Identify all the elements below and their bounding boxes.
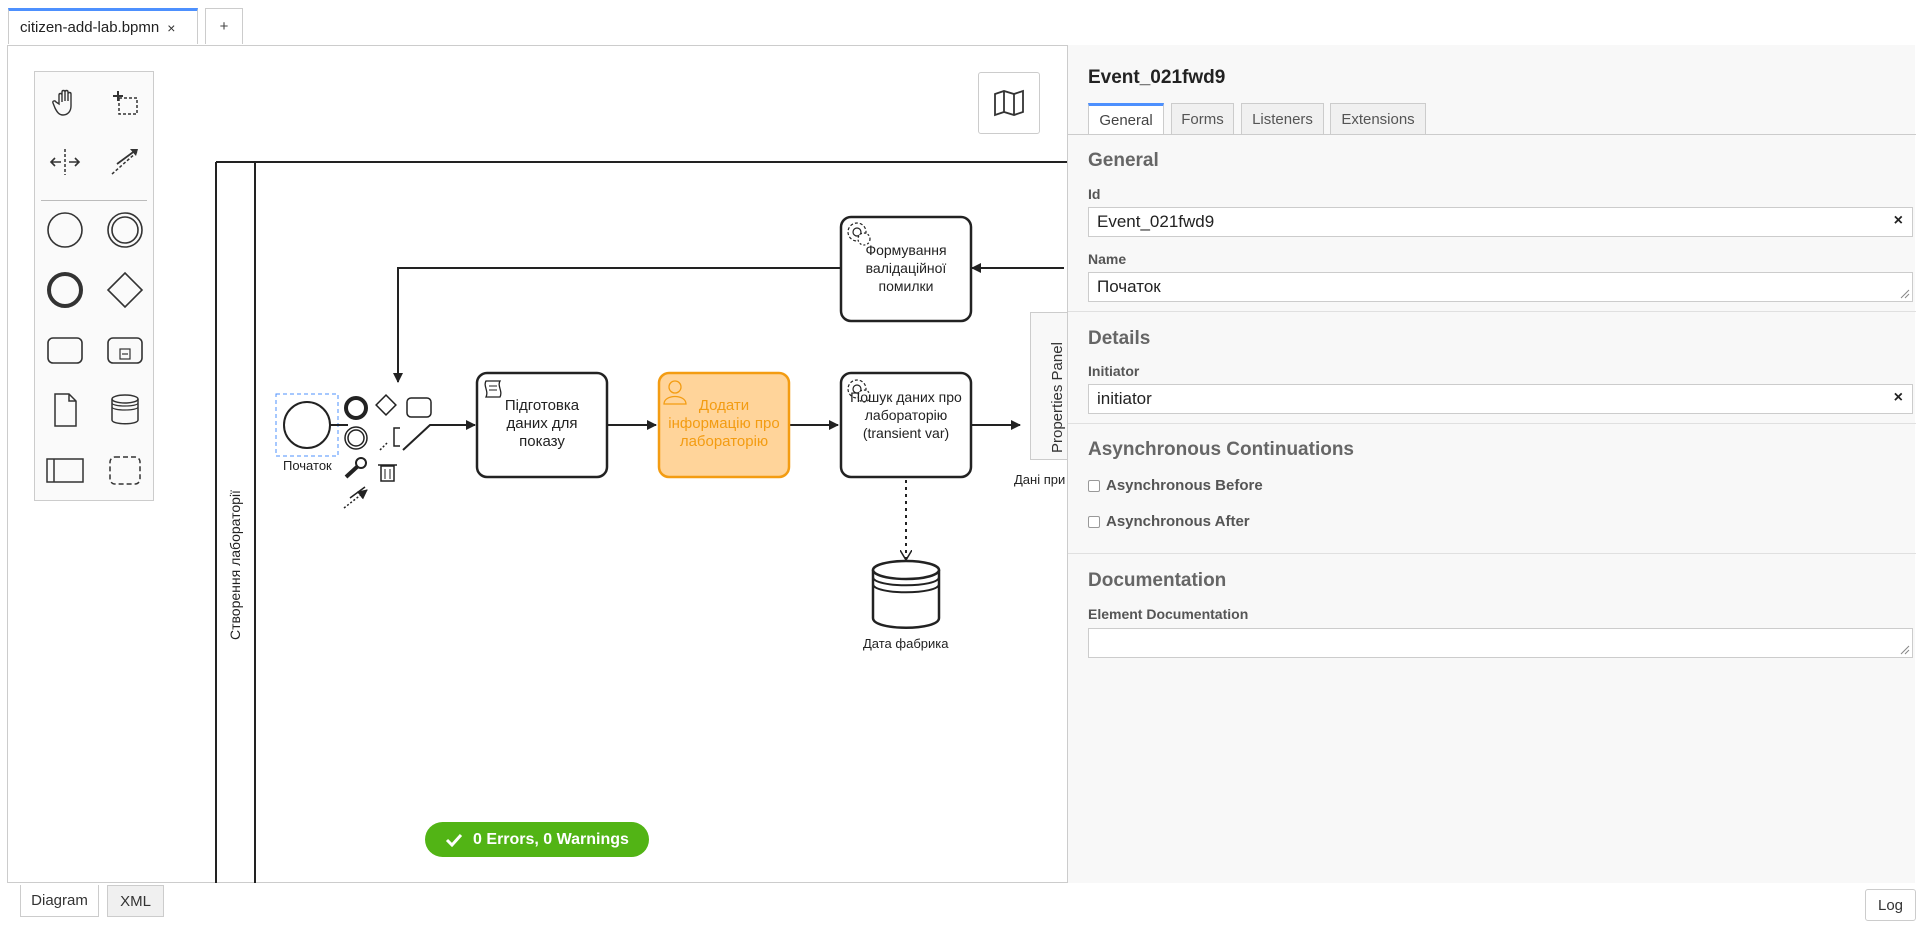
lasso-tool-icon[interactable] xyxy=(105,82,145,122)
resize-handle-icon[interactable] xyxy=(1900,289,1910,299)
id-field-value: Event_021fwd9 xyxy=(1097,212,1215,231)
properties-panel: Event_021fwd9 General Forms Listeners Ex… xyxy=(1067,45,1916,883)
group-documentation-title: Documentation xyxy=(1088,570,1227,591)
subprocess-icon[interactable] xyxy=(105,330,145,370)
connect-icon[interactable] xyxy=(343,486,368,509)
task-add-info-label: Додати інформацію про лабораторію xyxy=(668,397,780,450)
group-general-title: General xyxy=(1088,150,1159,171)
append-end-event-icon[interactable] xyxy=(344,396,368,420)
async-after-box[interactable] xyxy=(1088,515,1100,528)
data-store[interactable] xyxy=(871,559,941,629)
trash-icon[interactable] xyxy=(378,464,397,482)
name-label: Name xyxy=(1088,251,1127,267)
divider xyxy=(1068,553,1916,554)
tab-forms[interactable]: Forms xyxy=(1171,103,1234,135)
lint-status-badge[interactable]: 0 Errors, 0 Warnings xyxy=(425,822,649,857)
append-gateway-icon[interactable] xyxy=(375,394,397,416)
async-before-box[interactable] xyxy=(1088,479,1100,492)
tab-listeners[interactable]: Listeners xyxy=(1241,103,1324,135)
tab-general[interactable]: General xyxy=(1088,103,1164,135)
group-async-title: Asynchronous Continuations xyxy=(1088,439,1354,460)
divider xyxy=(1068,311,1916,312)
tab-extensions[interactable]: Extensions xyxy=(1330,103,1426,135)
hand-tool-icon[interactable] xyxy=(45,82,85,122)
divider xyxy=(1068,423,1916,424)
xml-view-tab[interactable]: XML xyxy=(107,885,164,917)
properties-panel-toggle[interactable]: Properties Panel xyxy=(1030,312,1068,460)
task-validation-label: Формування валідаційної помилки xyxy=(865,242,947,294)
group-icon[interactable] xyxy=(105,450,145,490)
task-prepare-label: Підготовка даних для показу xyxy=(504,397,580,450)
data-store-label: Дата фабрика xyxy=(863,636,949,651)
append-text-annotation-icon[interactable] xyxy=(379,427,400,451)
start-event[interactable] xyxy=(283,401,331,449)
intermediate-event-icon[interactable] xyxy=(105,210,145,250)
partial-element-label: Дані при xyxy=(1014,472,1066,487)
name-field-value: Початок xyxy=(1097,277,1161,296)
group-details-title: Details xyxy=(1088,328,1151,349)
name-field[interactable]: Початок xyxy=(1088,272,1913,302)
data-store-icon[interactable] xyxy=(105,390,145,430)
lint-status-text: 0 Errors, 0 Warnings xyxy=(473,830,629,848)
task-icon[interactable] xyxy=(45,330,85,370)
append-task-icon[interactable] xyxy=(406,397,432,418)
map-icon xyxy=(994,89,1024,117)
async-after-label: Asynchronous After xyxy=(1106,513,1250,530)
gateway-icon[interactable] xyxy=(105,270,145,310)
palette-separator xyxy=(41,200,147,201)
lane-label: Створення лабораторії xyxy=(227,490,243,640)
log-button[interactable]: Log xyxy=(1865,889,1916,921)
tabs-divider xyxy=(1068,134,1916,135)
async-before-checkbox[interactable]: Asynchronous Before xyxy=(1088,477,1263,494)
start-event-icon[interactable] xyxy=(45,210,85,250)
element-title: Event_021fwd9 xyxy=(1088,67,1226,88)
initiator-field-value: initiator xyxy=(1097,389,1152,408)
script-icon xyxy=(484,380,502,398)
wrench-icon[interactable] xyxy=(344,457,367,479)
check-icon xyxy=(445,833,463,847)
clear-id-icon[interactable]: × xyxy=(1894,212,1903,230)
id-label: Id xyxy=(1088,186,1101,202)
diagram-view-tab[interactable]: Diagram xyxy=(20,885,99,917)
initiator-label: Initiator xyxy=(1088,363,1140,379)
async-after-checkbox[interactable]: Asynchronous After xyxy=(1088,513,1250,530)
task-search-label: Пошук даних про лабораторію (transient v… xyxy=(850,389,962,441)
end-event-icon[interactable] xyxy=(45,270,85,310)
id-field[interactable]: Event_021fwd9 × xyxy=(1088,207,1913,237)
async-before-label: Asynchronous Before xyxy=(1106,477,1263,494)
tool-palette xyxy=(34,71,154,501)
pool-icon[interactable] xyxy=(45,450,85,490)
minimap-toggle-button[interactable] xyxy=(978,72,1040,134)
data-object-icon[interactable] xyxy=(45,390,85,430)
initiator-field[interactable]: initiator × xyxy=(1088,384,1913,414)
documentation-field[interactable] xyxy=(1088,628,1913,658)
clear-initiator-icon[interactable]: × xyxy=(1894,389,1903,407)
resize-handle-icon[interactable] xyxy=(1900,645,1910,655)
start-event-label: Початок xyxy=(283,458,332,473)
append-intermediate-event-icon[interactable] xyxy=(344,426,368,450)
global-connect-tool-icon[interactable] xyxy=(105,142,145,182)
context-pad[interactable] xyxy=(343,394,432,509)
properties-panel-toggle-label: Properties Panel xyxy=(1049,342,1066,453)
documentation-label: Element Documentation xyxy=(1088,606,1249,622)
space-tool-icon[interactable] xyxy=(45,142,85,182)
